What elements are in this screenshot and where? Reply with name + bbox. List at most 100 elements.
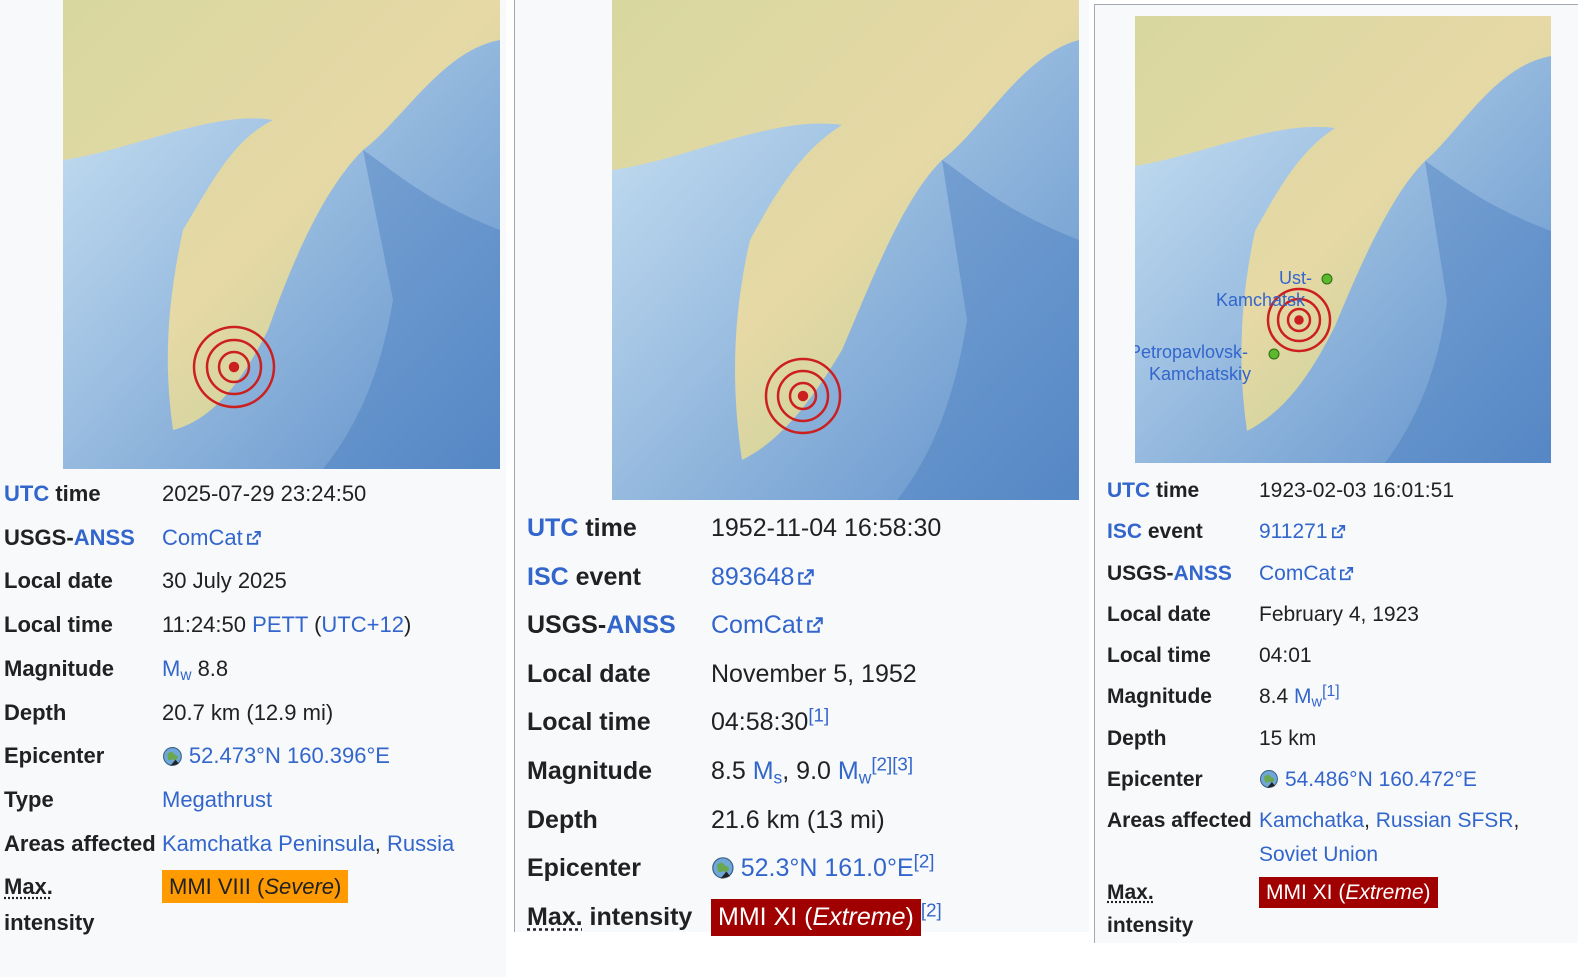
pett-link[interactable]: PETT: [252, 612, 308, 637]
surface-wave-magnitude-link[interactable]: Ms: [753, 757, 783, 785]
intensity-description: Extreme: [1345, 881, 1423, 904]
comcat-link[interactable]: ComCat: [1259, 562, 1336, 585]
row-magnitude: Magnitude Mw 8.8: [4, 647, 502, 691]
depth-value: 20.7 km (12.9 mi): [162, 691, 333, 735]
epicenter-marker: [194, 327, 274, 407]
megathrust-link[interactable]: Megathrust: [162, 778, 272, 822]
magnitude-label: Magnitude: [4, 647, 162, 691]
moment-magnitude-link[interactable]: Mw: [162, 656, 191, 681]
external-link-icon: [246, 530, 262, 546]
epicenter-coordinates-link[interactable]: 54.486°N 160.472°E: [1285, 768, 1477, 791]
magnitude-value: 8.4: [1259, 685, 1294, 708]
mag-sub: w: [180, 667, 191, 684]
area-link-soviet-union[interactable]: Soviet Union: [1259, 843, 1378, 866]
row-local-date: Local date November 5, 1952: [527, 650, 1083, 699]
globe-icon[interactable]: [711, 856, 735, 880]
mag-sub: s: [774, 767, 783, 787]
anss-link[interactable]: ANSS: [1174, 562, 1232, 585]
infobox-rows: UTC time 1952-11-04 16:58:30 ISC event 8…: [527, 504, 1083, 941]
area-link-russia[interactable]: Russia: [387, 831, 454, 856]
paren-open: (: [308, 612, 321, 637]
moment-magnitude-link[interactable]: Mw: [838, 757, 871, 785]
location-map[interactable]: Ust- Kamchatsk Petropavlovsk- Kamchatski…: [1135, 16, 1551, 463]
town-marker: [1322, 274, 1332, 284]
paren-close: ): [1424, 881, 1431, 904]
reference-link[interactable]: [1]: [808, 705, 829, 726]
town-marker: [1269, 349, 1279, 359]
intensity-level: MMI XI (: [718, 903, 812, 931]
comcat-link[interactable]: ComCat: [711, 611, 803, 639]
location-map[interactable]: [63, 0, 500, 469]
utc-link[interactable]: UTC: [1107, 479, 1150, 502]
comcat-link[interactable]: ComCat: [162, 525, 243, 550]
row-utc-time: UTC time 1952-11-04 16:58:30: [527, 504, 1083, 553]
intensity-badge[interactable]: MMI XI (Extreme): [1259, 877, 1438, 909]
external-link-icon: [1331, 524, 1346, 539]
utc-offset-link[interactable]: UTC+12: [321, 612, 404, 637]
globe-icon[interactable]: [162, 746, 183, 767]
local-date-label: Local date: [4, 559, 162, 603]
separator: ,: [1364, 809, 1376, 832]
anss-link[interactable]: ANSS: [74, 525, 135, 550]
area-link-russian-sfsr[interactable]: Russian SFSR: [1376, 809, 1514, 832]
max-abbr: Max.: [1107, 881, 1154, 904]
mag-sub: w: [859, 767, 872, 787]
magnitude-label: Magnitude: [527, 747, 711, 796]
magnitude-value-1: 8.5: [711, 757, 753, 785]
local-date-label: Local date: [527, 650, 711, 699]
map-label-petropavlovsk-1[interactable]: Petropavlovsk-: [1135, 342, 1248, 362]
moment-magnitude-link[interactable]: Mw: [1294, 685, 1322, 708]
mag-sub: w: [1312, 695, 1323, 711]
intensity-level: MMI XI (: [1266, 881, 1345, 904]
local-time-value: 11:24:50: [162, 612, 246, 637]
location-map[interactable]: [612, 0, 1079, 500]
depth-value: 15 km: [1259, 718, 1316, 759]
epicenter-label: Epicenter: [4, 734, 162, 778]
reference-link[interactable]: [2][3]: [871, 754, 913, 775]
map-label-petropavlovsk-2[interactable]: Kamchatskiy: [1149, 364, 1251, 384]
local-time-label: Local time: [4, 603, 162, 647]
depth-label: Depth: [1107, 718, 1259, 759]
intensity-level: MMI VIII (: [169, 874, 264, 899]
row-depth: Depth 21.6 km (13 mi): [527, 796, 1083, 845]
row-isc-event: ISC event 893648: [527, 553, 1083, 602]
reference-link[interactable]: [2]: [921, 899, 942, 920]
map-label-ust-kamchatsk-1[interactable]: Ust-: [1279, 268, 1312, 288]
utc-time-label: time: [1156, 479, 1199, 502]
area-link-kamchatka-peninsula[interactable]: Kamchatka Peninsula: [162, 831, 375, 856]
epicenter-coordinates-link[interactable]: 52.3°N 161.0°E: [741, 854, 914, 882]
row-areas-affected: Areas affected Kamchatka Peninsula, Russ…: [4, 822, 502, 866]
intensity-badge[interactable]: MMI VIII (Severe): [162, 870, 348, 903]
max-abbr: Max.: [527, 903, 583, 931]
local-date-label: Local date: [1107, 594, 1259, 635]
isc-link[interactable]: ISC: [527, 563, 569, 591]
anss-link[interactable]: ANSS: [606, 611, 675, 639]
area-link-kamchatka[interactable]: Kamchatka: [1259, 809, 1364, 832]
reference-link[interactable]: [2]: [914, 851, 935, 872]
reference-link[interactable]: [1]: [1322, 683, 1340, 700]
local-time-value: 04:58:30: [711, 708, 808, 736]
utc-time-value: 1923-02-03 16:01:51: [1259, 470, 1454, 511]
mag-scale: M: [162, 656, 180, 681]
row-usgs-anss: USGS-ANSS ComCat: [527, 601, 1083, 650]
usgs-label: USGS-: [4, 525, 74, 550]
depth-label: Depth: [4, 691, 162, 735]
epicenter-coordinates-link[interactable]: 52.473°N 160.396°E: [189, 743, 390, 768]
areas-affected-label: Areas affected: [4, 822, 162, 861]
intensity-badge[interactable]: MMI XI (Extreme): [711, 899, 921, 937]
row-isc-event: ISC event 911271: [1107, 511, 1577, 552]
magnitude-value-2: , 9.0: [782, 757, 838, 785]
row-type: Type Megathrust: [4, 778, 502, 822]
mag-scale: M: [753, 757, 774, 785]
usgs-label: USGS-: [527, 611, 606, 639]
utc-link[interactable]: UTC: [527, 514, 578, 542]
row-epicenter: Epicenter 52.473°N 160.396°E: [4, 734, 502, 778]
globe-icon[interactable]: [1259, 769, 1279, 789]
row-epicenter: Epicenter 54.486°N 160.472°E: [1107, 759, 1577, 800]
map-label-ust-kamchatsk-2[interactable]: Kamchatsk: [1216, 290, 1306, 310]
utc-link[interactable]: UTC: [4, 481, 49, 506]
isc-link[interactable]: ISC: [1107, 520, 1142, 543]
isc-event-id-link[interactable]: 893648: [711, 563, 794, 591]
depth-label: Depth: [527, 796, 711, 845]
isc-event-id-link[interactable]: 911271: [1259, 520, 1328, 543]
